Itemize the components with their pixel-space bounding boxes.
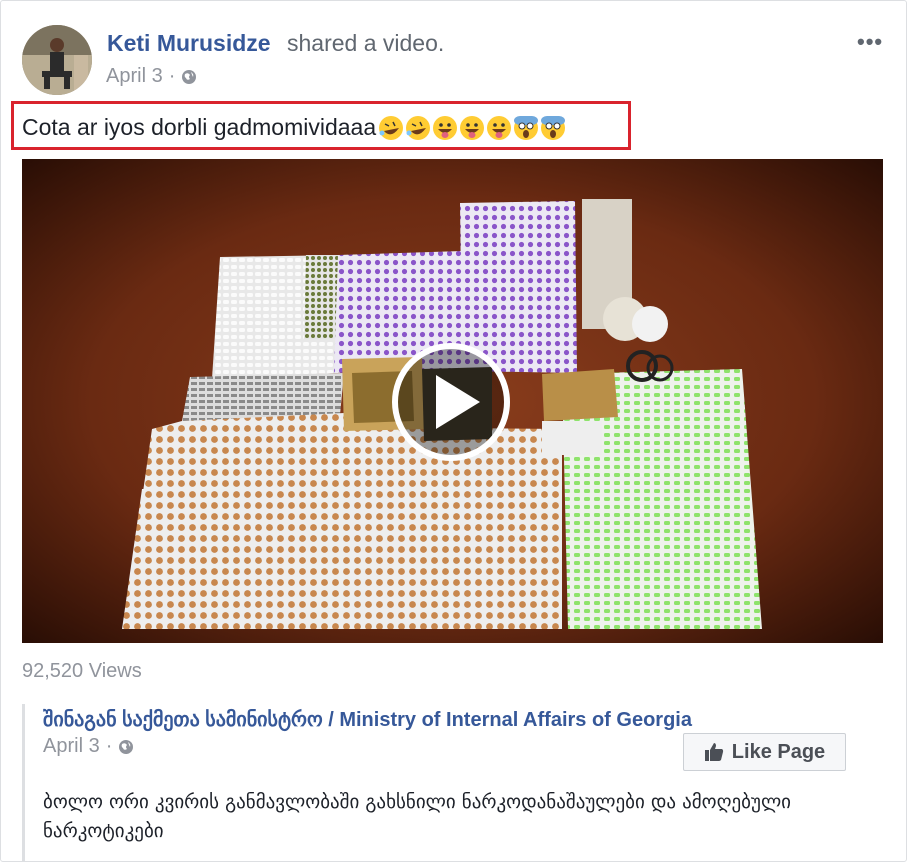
- globe-icon: [182, 69, 197, 84]
- shared-page-name[interactable]: შინაგან საქმეთა სამინისტრო / Ministry of…: [43, 707, 692, 732]
- rofl-emoji-icon: [406, 115, 431, 140]
- shared-date-text[interactable]: April 3: [43, 735, 100, 758]
- tongue-emoji-icon: [460, 115, 485, 140]
- more-options-icon[interactable]: •••: [857, 29, 883, 55]
- shared-date-separator: ·: [105, 735, 113, 757]
- like-page-button[interactable]: Like Page: [683, 733, 846, 771]
- thumbs-up-icon: [704, 743, 723, 761]
- play-button-icon[interactable]: [390, 341, 512, 463]
- globe-icon: [119, 739, 134, 754]
- post-text: Cota ar iyos dorbli gadmomividaaa: [22, 114, 566, 141]
- video-player[interactable]: [22, 159, 883, 643]
- post-date: April 3 ·: [106, 65, 197, 88]
- scream-emoji-icon: [541, 115, 566, 140]
- date-separator: ·: [168, 65, 176, 87]
- emoji-row: [378, 115, 566, 141]
- shared-date: April 3 ·: [43, 735, 134, 758]
- shared-quote-bar: [22, 704, 25, 862]
- tongue-emoji-icon: [487, 115, 512, 140]
- avatar[interactable]: [22, 25, 92, 95]
- view-count: 92,520 Views: [22, 660, 142, 682]
- author-name[interactable]: Keti Murusidze: [107, 30, 271, 57]
- scream-emoji-icon: [514, 115, 539, 140]
- post-text-content: Cota ar iyos dorbli gadmomividaaa: [22, 114, 377, 140]
- shared-description: ბოლო ორი კვირის განმავლობაში გახსნილი ნა…: [43, 791, 792, 842]
- post-card: Keti Murusidze shared a video. April 3 ·…: [0, 0, 907, 862]
- rofl-emoji-icon: [379, 115, 404, 140]
- post-date-text[interactable]: April 3: [106, 65, 163, 88]
- like-page-label: Like Page: [731, 740, 826, 763]
- tongue-emoji-icon: [433, 115, 458, 140]
- post-action-text: shared a video.: [287, 30, 445, 56]
